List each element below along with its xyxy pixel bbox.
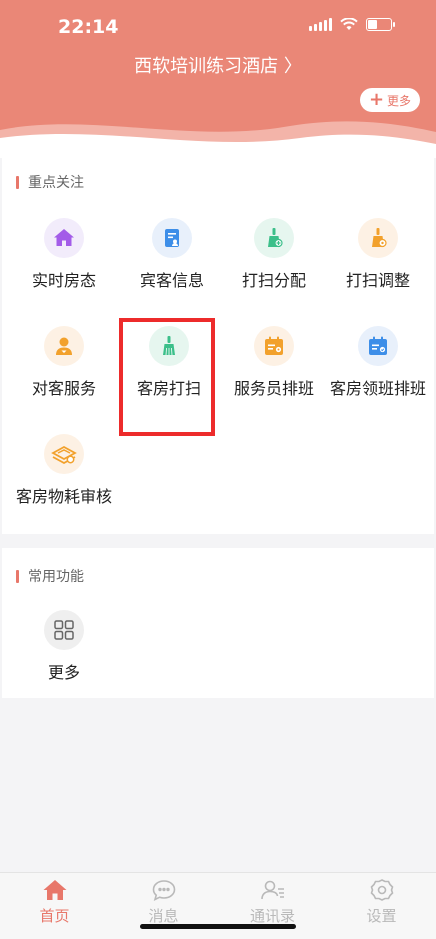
hotel-name[interactable]: 西软培训练习酒店 〉 bbox=[0, 52, 436, 78]
home-indicator bbox=[140, 924, 296, 929]
item-guest-info[interactable]: 宾客信息 bbox=[118, 218, 226, 292]
wifi-icon bbox=[340, 18, 358, 30]
section-title-common: 常用功能 bbox=[16, 566, 84, 586]
tab-label: 消息 bbox=[148, 907, 179, 925]
gear-icon bbox=[327, 877, 436, 903]
item-label: 更多 bbox=[47, 663, 80, 682]
contacts-icon bbox=[218, 877, 327, 903]
item-label: 宾客信息 bbox=[139, 271, 204, 290]
focus-section: 重点关注 实时房态 宾客信息 打扫分配 打扫调整 对客服务 客房打扫 服务员排班… bbox=[2, 150, 434, 534]
item-supplies-audit[interactable]: 客房物耗审核 bbox=[10, 434, 118, 508]
message-icon bbox=[109, 877, 218, 903]
tab-messages[interactable]: 消息 bbox=[109, 877, 218, 926]
section-title-text: 重点关注 bbox=[28, 175, 84, 191]
guest-document-icon bbox=[152, 218, 192, 258]
item-guest-service[interactable]: 对客服务 bbox=[10, 326, 118, 400]
home-icon bbox=[0, 877, 109, 903]
plus-icon: + bbox=[368, 89, 385, 110]
item-staff-schedule[interactable]: 服务员排班 bbox=[220, 326, 328, 400]
common-section: 常用功能 更多 bbox=[2, 548, 434, 698]
section-title-text: 常用功能 bbox=[28, 569, 84, 585]
item-label: 客房领班排班 bbox=[330, 379, 427, 398]
item-label: 对客服务 bbox=[31, 379, 96, 398]
more-button-label: 更多 bbox=[387, 93, 412, 108]
broom-adjust-icon bbox=[358, 218, 398, 258]
tab-home[interactable]: 首页 bbox=[0, 877, 109, 926]
section-marker bbox=[16, 569, 19, 583]
tab-label: 设置 bbox=[366, 907, 397, 925]
schedule-icon bbox=[254, 326, 294, 366]
tab-settings[interactable]: 设置 bbox=[327, 877, 436, 926]
item-label: 客房物耗审核 bbox=[16, 487, 113, 506]
supervisor-schedule-icon bbox=[358, 326, 398, 366]
item-realtime-room-status[interactable]: 实时房态 bbox=[10, 218, 118, 292]
grid-icon bbox=[44, 610, 84, 650]
status-bar: 22:14 bbox=[0, 0, 436, 56]
item-label: 实时房态 bbox=[31, 271, 96, 290]
supplies-audit-icon bbox=[44, 434, 84, 474]
tab-label: 首页 bbox=[39, 907, 70, 925]
battery-icon bbox=[366, 18, 395, 31]
highlight-box bbox=[119, 318, 215, 436]
status-icons bbox=[309, 18, 395, 31]
status-time: 22:14 bbox=[58, 16, 119, 38]
signal-icon bbox=[309, 18, 332, 31]
section-marker bbox=[16, 175, 19, 189]
item-label: 打扫分配 bbox=[241, 271, 306, 290]
guest-service-icon bbox=[44, 326, 84, 366]
broom-assign-icon bbox=[254, 218, 294, 258]
item-cleaning-adjustment[interactable]: 打扫调整 bbox=[324, 218, 432, 292]
house-icon bbox=[44, 218, 84, 258]
item-supervisor-schedule[interactable]: 客房领班排班 bbox=[324, 326, 432, 400]
section-title-focus: 重点关注 bbox=[16, 172, 84, 192]
item-more-functions[interactable]: 更多 bbox=[10, 610, 118, 684]
tab-contacts[interactable]: 通讯录 bbox=[218, 877, 327, 926]
item-cleaning-assignment[interactable]: 打扫分配 bbox=[220, 218, 328, 292]
tab-label: 通讯录 bbox=[249, 907, 295, 925]
more-button[interactable]: + 更多 bbox=[360, 88, 420, 112]
item-label: 打扫调整 bbox=[345, 271, 410, 290]
item-label: 服务员排班 bbox=[233, 379, 314, 398]
